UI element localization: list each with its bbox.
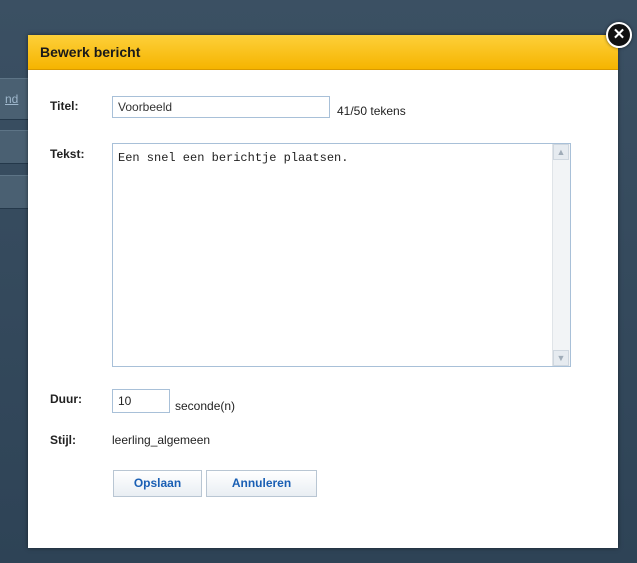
duration-input[interactable] — [112, 389, 170, 413]
title-input[interactable] — [112, 96, 330, 118]
edit-message-dialog: Bewerk bericht Titel: 41/50 tekens Tekst… — [28, 35, 618, 548]
background-link: nd — [5, 92, 19, 106]
title-label: Titel: — [50, 99, 79, 113]
cancel-button[interactable]: Annuleren — [206, 470, 317, 497]
background-row — [0, 130, 30, 164]
background-row — [0, 175, 30, 209]
duration-unit: seconde(n) — [175, 399, 236, 413]
text-label: Tekst: — [50, 147, 85, 161]
message-text: Een snel een berichtje plaatsen. — [118, 151, 349, 165]
char-count: 41/50 tekens — [337, 104, 406, 118]
style-label: Stijl: — [50, 433, 76, 447]
save-button[interactable]: Opslaan — [113, 470, 202, 497]
chevron-up-icon[interactable]: ▲ — [553, 144, 569, 160]
textarea-scrollbar[interactable]: ▲ ▼ — [552, 144, 570, 366]
dialog-title: Bewerk bericht — [40, 44, 141, 60]
message-textarea[interactable]: Een snel een berichtje plaatsen. ▲ ▼ — [112, 143, 571, 367]
chevron-down-icon[interactable]: ▼ — [553, 350, 569, 366]
duration-label: Duur: — [50, 392, 82, 406]
dialog-header: Bewerk bericht — [28, 35, 618, 70]
style-value: leerling_algemeen — [112, 433, 211, 447]
close-icon[interactable]: ✕ — [606, 22, 632, 48]
